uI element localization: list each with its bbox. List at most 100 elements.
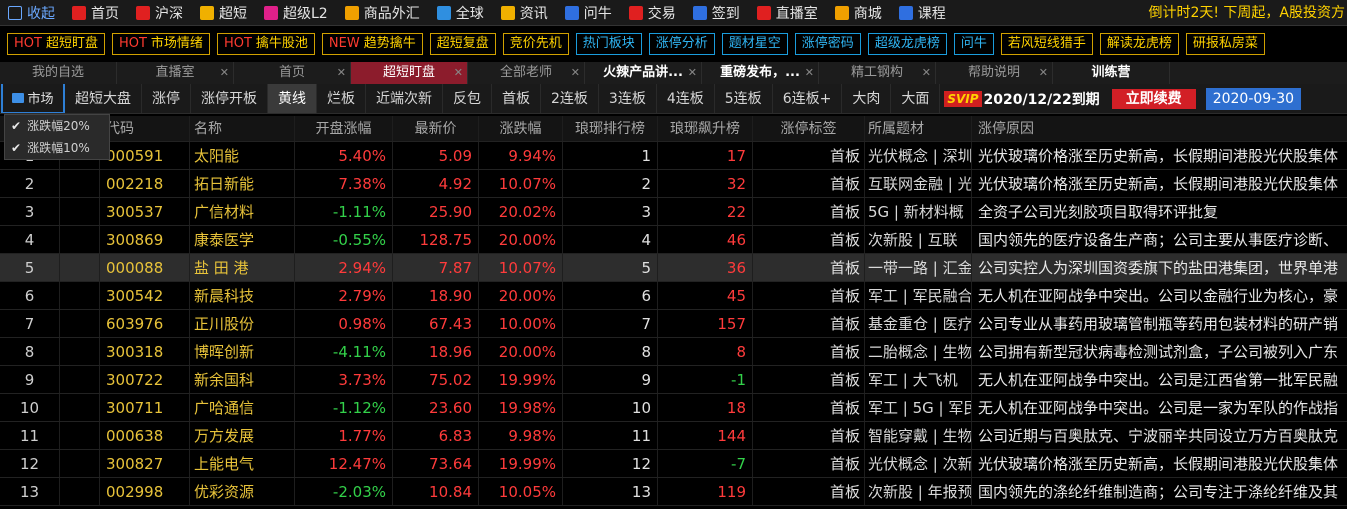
row-index: 5 (0, 254, 60, 281)
row-check-cell (60, 366, 100, 393)
close-icon[interactable]: ✕ (454, 62, 463, 84)
col-reason-header[interactable]: 涨停原因 (972, 116, 1347, 141)
col-rise-header[interactable]: 琅琊飙升榜 (658, 116, 753, 141)
table-row[interactable]: 8 300318 博晖创新 -4.11% 18.96 20.00% 8 8 首板 二胎概念 | 生… (0, 338, 1347, 366)
quick-button-4[interactable]: 超短复盘 (429, 33, 496, 55)
quick-button-9[interactable]: 涨停密码 (794, 33, 861, 55)
quick-button-0[interactable]: HOT 超短盯盘 (7, 33, 105, 55)
filter-button-6[interactable]: 反包 (443, 84, 492, 113)
table-row[interactable]: 7 603976 正川股份 0.98% 67.43 10.00% 7 157 首板 基金重仓 | … (0, 310, 1347, 338)
quick-button-13[interactable]: 解读龙虎榜 (1099, 33, 1179, 55)
col-theme-header[interactable]: 所属题材 (865, 116, 972, 141)
menu-item-0[interactable]: 收起 (0, 0, 64, 25)
col-tag-header[interactable]: 涨停标签 (753, 116, 865, 141)
tab-6[interactable]: 重磅发布，... ✕ (702, 62, 819, 84)
quick-button-2[interactable]: HOT 擒牛股池 (216, 33, 315, 55)
quick-button-12[interactable]: 若风短线猎手 (1000, 33, 1093, 55)
menu-item-label: 直播室 (775, 5, 818, 22)
table-row[interactable]: 1000591太阳能5.40%5.099.94%117首板光伏概念 | 深圳光伏… (0, 142, 1347, 170)
quick-button-7[interactable]: 涨停分析 (648, 33, 715, 55)
menu-item-10[interactable]: 签到 (685, 0, 749, 25)
close-icon[interactable]: ✕ (922, 62, 931, 84)
table-row[interactable]: 3 300537 广信材料 -1.11% 25.90 20.02% 3 22 首板 5G | 新材… (0, 198, 1347, 226)
table-row[interactable]: 9 300722 新余国科 3.73% 75.02 19.99% 9 -1 首板 军工 | 大飞机… (0, 366, 1347, 394)
quick-button-1[interactable]: HOT 市场情绪 (111, 33, 210, 55)
tab-9[interactable]: 训练营 (1053, 62, 1170, 84)
col-name-header[interactable]: 名称 (190, 116, 295, 141)
filter-button-0[interactable]: 超短大盘 (65, 84, 142, 113)
renew-button[interactable]: 立即续费 (1111, 88, 1196, 109)
quick-button-10[interactable]: 超级龙虎榜 (867, 33, 947, 55)
filter-button-14[interactable]: 大面 (891, 84, 941, 113)
filter-button-3[interactable]: 黄线 (268, 84, 317, 113)
tab-1[interactable]: 直播室 ✕ (117, 62, 234, 84)
filter-button-7[interactable]: 首板 (492, 84, 541, 113)
table-row[interactable]: 2 002218 拓日新能 7.38% 4.92 10.07% 2 32 首板 互联网金融 | 光… (0, 170, 1347, 198)
stock-name: 康泰医学 (190, 226, 295, 253)
open-change-pct: 1.77% (295, 422, 393, 449)
date-selector[interactable]: 2020-09-30 (1205, 87, 1302, 110)
col-code-header[interactable]: 代码 (100, 116, 190, 141)
market-filter-button[interactable]: 市场 (1, 84, 65, 113)
close-icon[interactable]: ✕ (688, 62, 697, 84)
filter-button-11[interactable]: 5连板 (715, 84, 773, 113)
quick-button-8[interactable]: 题材星空 (721, 33, 788, 55)
quick-button-6[interactable]: 热门板块 (575, 33, 642, 55)
table-row[interactable]: 13 002998 优彩资源 -2.03% 10.84 10.05% 13 119 首板 次新股 … (0, 478, 1347, 506)
stock-code: 603976 (100, 310, 190, 337)
menu-item-4[interactable]: 超级L2 (256, 0, 337, 25)
market-filter-label: 市场 (27, 92, 54, 107)
close-icon[interactable]: ✕ (1039, 62, 1048, 84)
tab-5[interactable]: 火辣产品讲... ✕ (585, 62, 702, 84)
quick-button-14[interactable]: 研报私房菜 (1185, 33, 1265, 55)
filter-button-9[interactable]: 3连板 (599, 84, 657, 113)
close-icon[interactable]: ✕ (220, 62, 229, 84)
menu-item-7[interactable]: 资讯 (493, 0, 557, 25)
menu-item-6[interactable]: 全球 (429, 0, 493, 25)
menu-item-9[interactable]: 交易 (621, 0, 685, 25)
table-row[interactable]: 6 300542 新晨科技 2.79% 18.90 20.00% 6 45 首板 军工 | 军民融… (0, 282, 1347, 310)
menu-item-12[interactable]: 商城 (827, 0, 891, 25)
table-row[interactable]: 4 300869 康泰医学 -0.55% 128.75 20.00% 4 46 首板 次新股 | … (0, 226, 1347, 254)
filter-button-12[interactable]: 6连板+ (773, 84, 843, 113)
col-open-pct-header[interactable]: 开盘涨幅 (295, 116, 393, 141)
menu-item-8[interactable]: 问牛 (557, 0, 621, 25)
rank-value: 1 (563, 142, 658, 169)
col-change-pct-header[interactable]: 涨跌幅 (479, 116, 563, 141)
last-price: 23.60 (393, 394, 479, 421)
countdown-banner[interactable]: 倒计时2天! 下周起，A股投资方 (1148, 0, 1347, 26)
filter-button-13[interactable]: 大肉 (842, 84, 892, 113)
table-row[interactable]: 11 000638 万方发展 1.77% 6.83 9.98% 11 144 首板 智能穿戴 | … (0, 422, 1347, 450)
quick-button-5[interactable]: 竞价先机 (502, 33, 569, 55)
quick-button-11[interactable]: 问牛 (953, 33, 994, 55)
filter-button-10[interactable]: 4连板 (657, 84, 715, 113)
menu-item-3[interactable]: 超短 (192, 0, 256, 25)
menu-item-11[interactable]: 直播室 (749, 0, 827, 25)
quick-button-3[interactable]: NEW 趋势擒牛 (321, 33, 423, 55)
menu-item-13[interactable]: 课程 (891, 0, 955, 25)
filter-button-8[interactable]: 2连板 (541, 84, 599, 113)
filter-button-1[interactable]: 涨停 (142, 84, 191, 113)
close-icon[interactable]: ✕ (805, 62, 814, 84)
filter-button-2[interactable]: 涨停开板 (191, 84, 268, 113)
close-icon[interactable]: ✕ (337, 62, 346, 84)
table-row[interactable]: 5 000088 盐 田 港 2.94% 7.87 10.07% 5 36 首板 一带一路 | 汇… (0, 254, 1347, 282)
menu-item-5[interactable]: 商品外汇 (337, 0, 429, 25)
filter-button-4[interactable]: 烂板 (317, 84, 366, 113)
table-row[interactable]: 10 300711 广哈通信 -1.12% 23.60 19.98% 10 18 首板 军工 | … (0, 394, 1347, 422)
tab-4[interactable]: 全部老师 ✕ (468, 62, 585, 84)
filter-button-5[interactable]: 近端次新 (366, 84, 443, 113)
col-last-price-header[interactable]: 最新价 (393, 116, 479, 141)
tab-2[interactable]: 首页 ✕ (234, 62, 351, 84)
table-row[interactable]: 12 300827 上能电气 12.47% 73.64 19.99% 12 -7 首板 光伏概念 … (0, 450, 1347, 478)
menu-item-2[interactable]: 沪深 (128, 0, 192, 25)
dropdown-option-1[interactable]: ✔ 涨跌幅10% (5, 137, 109, 159)
col-rank-header[interactable]: 琅琊排行榜 (563, 116, 658, 141)
tab-0[interactable]: 我的自选 (0, 62, 117, 84)
close-icon[interactable]: ✕ (571, 62, 580, 84)
tab-7[interactable]: 精工钢构 ✕ (819, 62, 936, 84)
menu-item-1[interactable]: 首页 (64, 0, 128, 25)
tab-3[interactable]: 超短盯盘 ✕ (351, 62, 468, 84)
dropdown-option-0[interactable]: ✔ 涨跌幅20% (5, 115, 109, 137)
tab-8[interactable]: 帮助说明 ✕ (936, 62, 1053, 84)
